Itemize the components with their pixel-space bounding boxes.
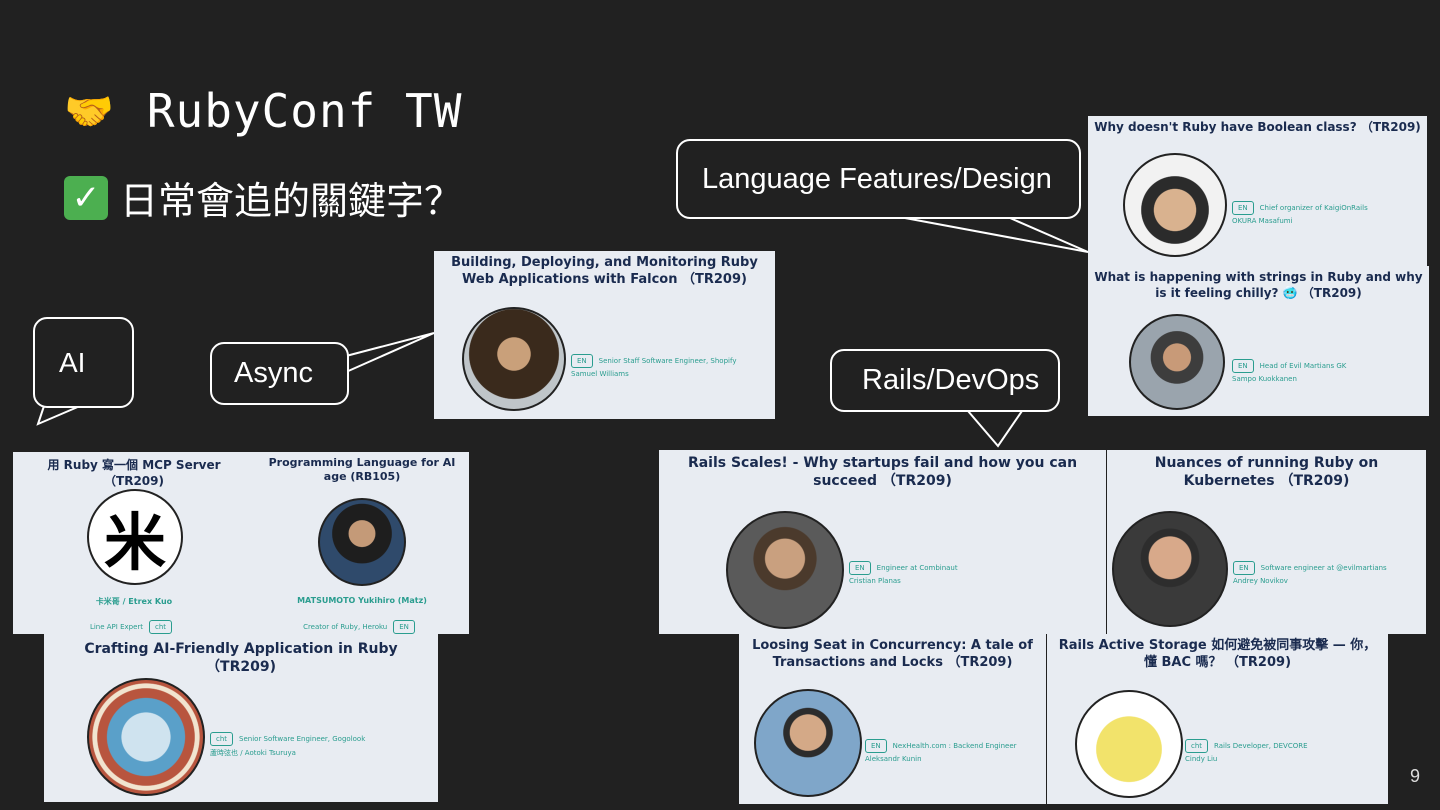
speaker-avatar (1112, 511, 1228, 627)
speaker-role: Chief organizer of KaigiOnRails (1259, 204, 1368, 212)
talk-card-mcp: 用 Ruby 寫一個 MCP Server （TR209) 米 卡米哥 / Et… (13, 452, 255, 634)
speaker-avatar (754, 689, 862, 797)
speaker-avatar (1129, 314, 1225, 410)
talk-title: Rails Scales! - Why startups fail and ho… (687, 455, 1078, 490)
language-tag: EN (865, 739, 887, 753)
bubble-async-label: Async (234, 357, 313, 389)
speaker-role: Rails Developer, DEVCORE (1214, 742, 1308, 750)
speaker-avatar (318, 498, 406, 586)
speaker-name: Samuel Williams (571, 370, 629, 378)
speaker-info: EN Senior Staff Software Engineer, Shopif… (571, 348, 736, 378)
speaker-info: EN Engineer at Combinaut Cristian Planas (849, 555, 958, 585)
speaker-role: Line API Expert (89, 623, 144, 631)
speaker-name: Andrey Novikov (1233, 577, 1288, 585)
speaker-info: cht Senior Software Engineer, Gogolook 蘆時… (210, 726, 365, 758)
speaker-info: Line API Expert cht (13, 614, 255, 634)
talk-card-crafting: Crafting AI-Friendly Application in Ruby… (44, 634, 438, 802)
speaker-avatar: 米 (87, 489, 183, 585)
talk-card-kubernetes: Nuances of running Ruby on Kubernetes （T… (1107, 450, 1426, 634)
language-tag: EN (571, 354, 593, 368)
speaker-info: Creator of Ruby, Heroku EN (255, 614, 469, 634)
bubble-async: Async (210, 342, 349, 405)
speaker-avatar (87, 678, 205, 796)
language-tag: EN (393, 620, 415, 634)
language-tag: cht (1185, 739, 1209, 753)
bubble-rails-label: Rails/DevOps (862, 364, 1040, 396)
talk-title: What is happening with strings in Ruby a… (1094, 270, 1423, 300)
speaker-role: Head of Evil Martians GK (1259, 362, 1347, 370)
bubble-language: Language Features/Design (676, 139, 1081, 219)
talk-card-concurrency: Loosing Seat in Concurrency: A tale of T… (739, 634, 1046, 804)
avatar-glyph: 米 (103, 506, 166, 579)
slide-subtitle: ✓ 日常會追的關鍵字？ (64, 170, 462, 225)
speaker-avatar (726, 511, 844, 629)
speaker-info: cht Rails Developer, DEVCORE Cindy Liu (1185, 733, 1308, 763)
speaker-role: Senior Software Engineer, Gogolook (239, 735, 366, 743)
language-tag: EN (1232, 359, 1254, 373)
page-number: 9 (1409, 766, 1420, 786)
talk-title: Loosing Seat in Concurrency: A tale of T… (752, 638, 1033, 670)
speaker-name: Sampo Kuokkanen (1232, 375, 1297, 383)
language-bubble-tail (904, 217, 1089, 253)
speaker-info: EN NexHealth.com : Backend Engineer Aleks… (865, 733, 1017, 763)
talk-title: 用 Ruby 寫一個 MCP Server （TR209) (47, 458, 221, 488)
speaker-name: MATSUMOTO Yukihiro (Matz) (297, 596, 427, 605)
slide-title-text: RubyConf TW (146, 84, 463, 138)
check-icon: ✓ (64, 175, 108, 220)
bubble-ai: AI (33, 317, 134, 408)
bubble-ai-label: AI (59, 346, 86, 378)
slide-title: 🤝 RubyConf TW (64, 84, 462, 138)
talk-card-boolean: Why doesn't Ruby have Boolean class? （TR… (1088, 116, 1427, 266)
async-bubble-tail (345, 332, 435, 374)
talk-card-rails-scales: Rails Scales! - Why startups fail and ho… (659, 450, 1106, 634)
bubble-language-label: Language Features/Design (702, 162, 1052, 195)
speaker-role: Creator of Ruby, Heroku (303, 623, 388, 631)
speaker-name: Cindy Liu (1185, 755, 1218, 763)
talk-card-ai-language: Programming Language for AI age (RB105) … (255, 452, 469, 634)
speaker-role: Software engineer at @evilmartians (1260, 564, 1387, 572)
speaker-avatar (1123, 153, 1227, 257)
language-tag: cht (210, 732, 234, 746)
talk-title: Rails Active Storage 如何避免被同事攻擊 — 你，懂 BAC… (1058, 638, 1377, 670)
talk-title: Programming Language for AI age (RB105) (268, 456, 456, 484)
talk-card-falcon: Building, Deploying, and Monitoring Ruby… (434, 251, 775, 419)
speaker-info: EN Head of Evil Martians GK Sampo Kuokkan… (1232, 353, 1346, 383)
language-tag: EN (849, 561, 871, 575)
speaker-info: EN Chief organizer of KaigiOnRails OKURA … (1232, 195, 1368, 225)
speaker-role: NexHealth.com : Backend Engineer (892, 742, 1017, 750)
speaker-avatar (462, 307, 566, 411)
talk-title: Building, Deploying, and Monitoring Ruby… (451, 255, 758, 287)
rails-bubble-tail (965, 410, 1024, 448)
speaker-name: OKURA Masafumi (1232, 217, 1293, 225)
speaker-name: 卡米哥 / Etrex Kuo (95, 597, 173, 606)
speaker-role: Senior Staff Software Engineer, Shopify (598, 357, 737, 365)
speaker-role: Engineer at Combinaut (876, 564, 958, 572)
ai-bubble-tail (36, 405, 81, 426)
language-tag: cht (149, 620, 173, 634)
talk-card-active-storage: Rails Active Storage 如何避免被同事攻擊 — 你，懂 BAC… (1047, 634, 1388, 804)
speaker-name: Aleksandr Kunin (865, 755, 922, 763)
speaker-name: 蘆時弦也 / Aotoki Tsuruya (210, 749, 296, 757)
language-tag: EN (1232, 201, 1254, 215)
talk-title: Crafting AI-Friendly Application in Ruby… (84, 641, 398, 676)
speaker-name: Cristian Planas (849, 577, 901, 585)
bubble-rails: Rails/DevOps (830, 349, 1060, 412)
handshake-icon: 🤝 (64, 88, 115, 135)
talk-card-strings: What is happening with strings in Ruby a… (1088, 266, 1429, 416)
language-tag: EN (1233, 561, 1255, 575)
speaker-avatar (1075, 690, 1183, 798)
talk-title: Why doesn't Ruby have Boolean class? （TR… (1094, 120, 1421, 134)
slide-subtitle-text: 日常會追的關鍵字？ (120, 179, 463, 223)
talk-title: Nuances of running Ruby on Kubernetes （T… (1154, 455, 1379, 490)
speaker-info: EN Software engineer at @evilmartians And… (1233, 555, 1387, 585)
